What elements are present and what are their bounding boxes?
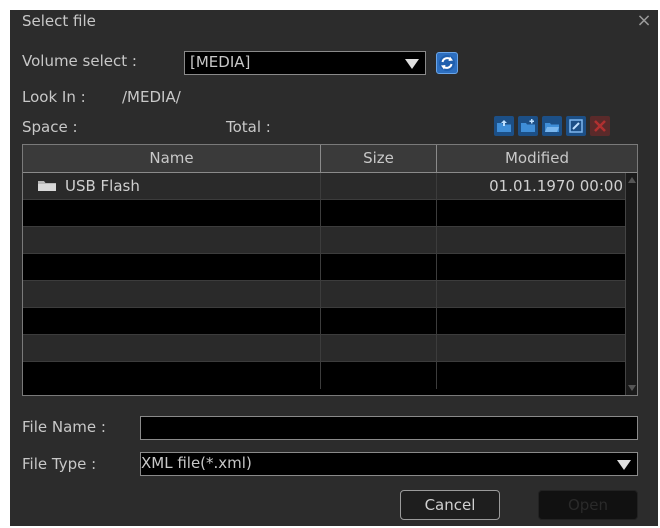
table-row[interactable]: [23, 254, 625, 281]
table-row[interactable]: [23, 308, 625, 335]
empty-cell: [23, 200, 321, 227]
folder-open-button[interactable]: [542, 116, 562, 136]
table-row[interactable]: [23, 335, 625, 362]
table-row[interactable]: [23, 200, 625, 227]
empty-cell: [321, 227, 437, 254]
chevron-down-icon: [617, 460, 631, 470]
delete-button[interactable]: [590, 116, 610, 136]
look-in-label: Look In :: [22, 88, 86, 106]
empty-cell: [321, 308, 437, 335]
empty-cell: [321, 200, 437, 227]
look-in-path: /MEDIA/: [122, 88, 181, 106]
table-row[interactable]: [23, 281, 625, 308]
volume-select-value: [MEDIA]: [190, 53, 251, 71]
rename-button[interactable]: [566, 116, 586, 136]
file-name-label: File Name :: [22, 418, 106, 436]
folder-up-icon: [497, 120, 511, 132]
volume-select-dropdown[interactable]: [MEDIA]: [184, 51, 426, 75]
file-type-dropdown[interactable]: XML file(*.xml): [140, 452, 638, 476]
cell-modified: 01.01.1970 00:00: [489, 177, 623, 195]
file-table: Name Size Modified USB Flash 01.01.1970 …: [22, 144, 638, 396]
table-scrollbar[interactable]: [625, 173, 637, 395]
column-header-name[interactable]: Name: [23, 145, 321, 172]
new-folder-button[interactable]: [518, 116, 538, 136]
refresh-icon: [439, 55, 455, 71]
refresh-button[interactable]: [436, 52, 458, 74]
cancel-button[interactable]: Cancel: [400, 490, 500, 520]
select-file-dialog: Select file × Volume select : [MEDIA] Lo…: [10, 10, 658, 526]
empty-cell: [321, 335, 437, 362]
space-label: Space :: [22, 118, 78, 136]
file-type-label: File Type :: [22, 455, 97, 473]
table-row[interactable]: [23, 227, 625, 254]
folder-open-icon: [545, 123, 559, 132]
open-button[interactable]: Open: [538, 490, 638, 520]
empty-cell: [321, 281, 437, 308]
file-type-value: XML file(*.xml): [141, 454, 252, 472]
empty-cell: [23, 227, 321, 254]
total-label: Total :: [226, 118, 271, 136]
row-name-text: USB Flash: [65, 177, 140, 195]
empty-cell: [23, 254, 321, 281]
file-name-input[interactable]: [140, 416, 638, 440]
new-folder-icon: [521, 119, 535, 132]
table-row[interactable]: [23, 362, 625, 389]
column-header-modified[interactable]: Modified: [437, 145, 637, 172]
close-icon[interactable]: ×: [634, 11, 654, 31]
empty-cell: [23, 335, 321, 362]
dialog-title: Select file: [22, 12, 96, 30]
empty-cell: [321, 254, 437, 281]
table-row[interactable]: USB Flash 01.01.1970 00:00: [23, 173, 625, 200]
table-header: Name Size Modified: [23, 145, 637, 173]
empty-cell: [321, 362, 437, 389]
column-header-size[interactable]: Size: [321, 145, 437, 172]
scroll-up-icon[interactable]: [628, 177, 636, 183]
folder-icon: [38, 181, 56, 191]
cell-size: [321, 173, 437, 200]
delete-icon: [594, 120, 606, 132]
empty-cell: [23, 308, 321, 335]
title-bar: Select file ×: [10, 10, 658, 34]
empty-cell: [23, 362, 321, 389]
empty-cell: [23, 281, 321, 308]
rename-icon: [569, 119, 583, 133]
cell-name: USB Flash: [23, 173, 321, 200]
volume-select-label: Volume select :: [22, 52, 137, 70]
folder-up-button[interactable]: [494, 116, 514, 136]
chevron-down-icon: [405, 59, 419, 69]
scroll-down-icon[interactable]: [628, 385, 636, 391]
